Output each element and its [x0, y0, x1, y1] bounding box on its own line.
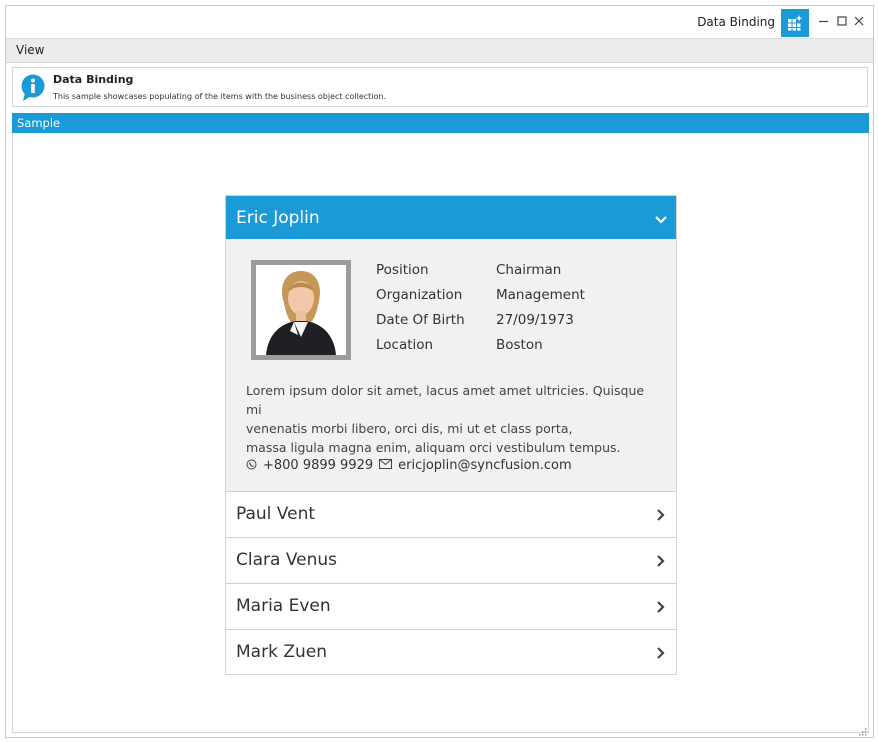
employee-photo: [251, 260, 351, 360]
detail-value-date-of-birth: 27/09/1973: [496, 312, 574, 328]
menu-item-view[interactable]: View: [16, 43, 44, 57]
info-panel: Data Binding This sample showcases popul…: [12, 67, 868, 107]
chevron-down-icon[interactable]: [654, 211, 668, 230]
info-title: Data Binding: [53, 73, 134, 86]
app-window: Data Binding View Data Binding This samp…: [5, 5, 874, 738]
info-description: This sample showcases populating of the …: [53, 92, 387, 101]
maximize-icon[interactable]: [834, 12, 850, 30]
employee-phone: +800 9899 9929: [263, 458, 374, 473]
employee-accordion: Eric Joplin Position Chairman Organizati…: [225, 195, 677, 675]
employee-name: Eric Joplin: [236, 208, 320, 228]
sample-header: Sample: [12, 113, 869, 133]
window-title: Data Binding: [697, 15, 775, 29]
detail-label-position: Position: [376, 262, 429, 278]
employee-bio: Lorem ipsum dolor sit amet, lacus amet a…: [246, 381, 656, 457]
employee-details-panel: Position Chairman Organization Managemen…: [226, 239, 676, 491]
bio-line: massa ligula magna enim, aliquam orci ve…: [246, 440, 621, 455]
employee-contact: +800 9899 9929 ericjoplin@syncfusion.com: [246, 458, 572, 473]
employee-name: Paul Vent: [236, 504, 316, 524]
close-icon[interactable]: [851, 12, 867, 30]
phone-icon: [246, 459, 257, 473]
accordion-item-mark-zuen[interactable]: Mark Zuen: [226, 629, 676, 674]
accordion-item-paul-vent[interactable]: Paul Vent: [226, 491, 676, 536]
accordion-header-expanded[interactable]: Eric Joplin: [226, 196, 676, 239]
employee-email[interactable]: ericjoplin@syncfusion.com: [398, 458, 572, 473]
menu-bar: View: [6, 38, 873, 63]
detail-label-organization: Organization: [376, 287, 463, 303]
employee-name: Clara Venus: [236, 550, 337, 570]
accordion-item-maria-even[interactable]: Maria Even: [226, 583, 676, 628]
detail-value-organization: Management: [496, 287, 585, 303]
resize-grip-icon[interactable]: [857, 721, 867, 736]
detail-label-location: Location: [376, 337, 434, 353]
chevron-right-icon[interactable]: [655, 645, 667, 664]
detail-value-position: Chairman: [496, 262, 562, 278]
chevron-right-icon[interactable]: [655, 599, 667, 618]
chevron-right-icon[interactable]: [655, 553, 667, 572]
employee-name: Maria Even: [236, 596, 331, 616]
title-bar: Data Binding: [6, 6, 873, 38]
info-icon: [20, 74, 46, 106]
chevron-right-icon[interactable]: [655, 507, 667, 526]
detail-value-location: Boston: [496, 337, 543, 353]
app-grid-icon[interactable]: [781, 9, 809, 37]
mail-icon: [379, 459, 393, 472]
accordion-item-clara-venus[interactable]: Clara Venus: [226, 537, 676, 582]
sample-label: Sample: [17, 116, 61, 130]
employee-name: Mark Zuen: [236, 642, 327, 662]
minimize-icon[interactable]: [816, 12, 832, 30]
bio-line: venenatis morbi libero, orci dis, mi ut …: [246, 421, 573, 436]
detail-label-date-of-birth: Date Of Birth: [376, 312, 465, 328]
bio-line: Lorem ipsum dolor sit amet, lacus amet a…: [246, 383, 645, 417]
